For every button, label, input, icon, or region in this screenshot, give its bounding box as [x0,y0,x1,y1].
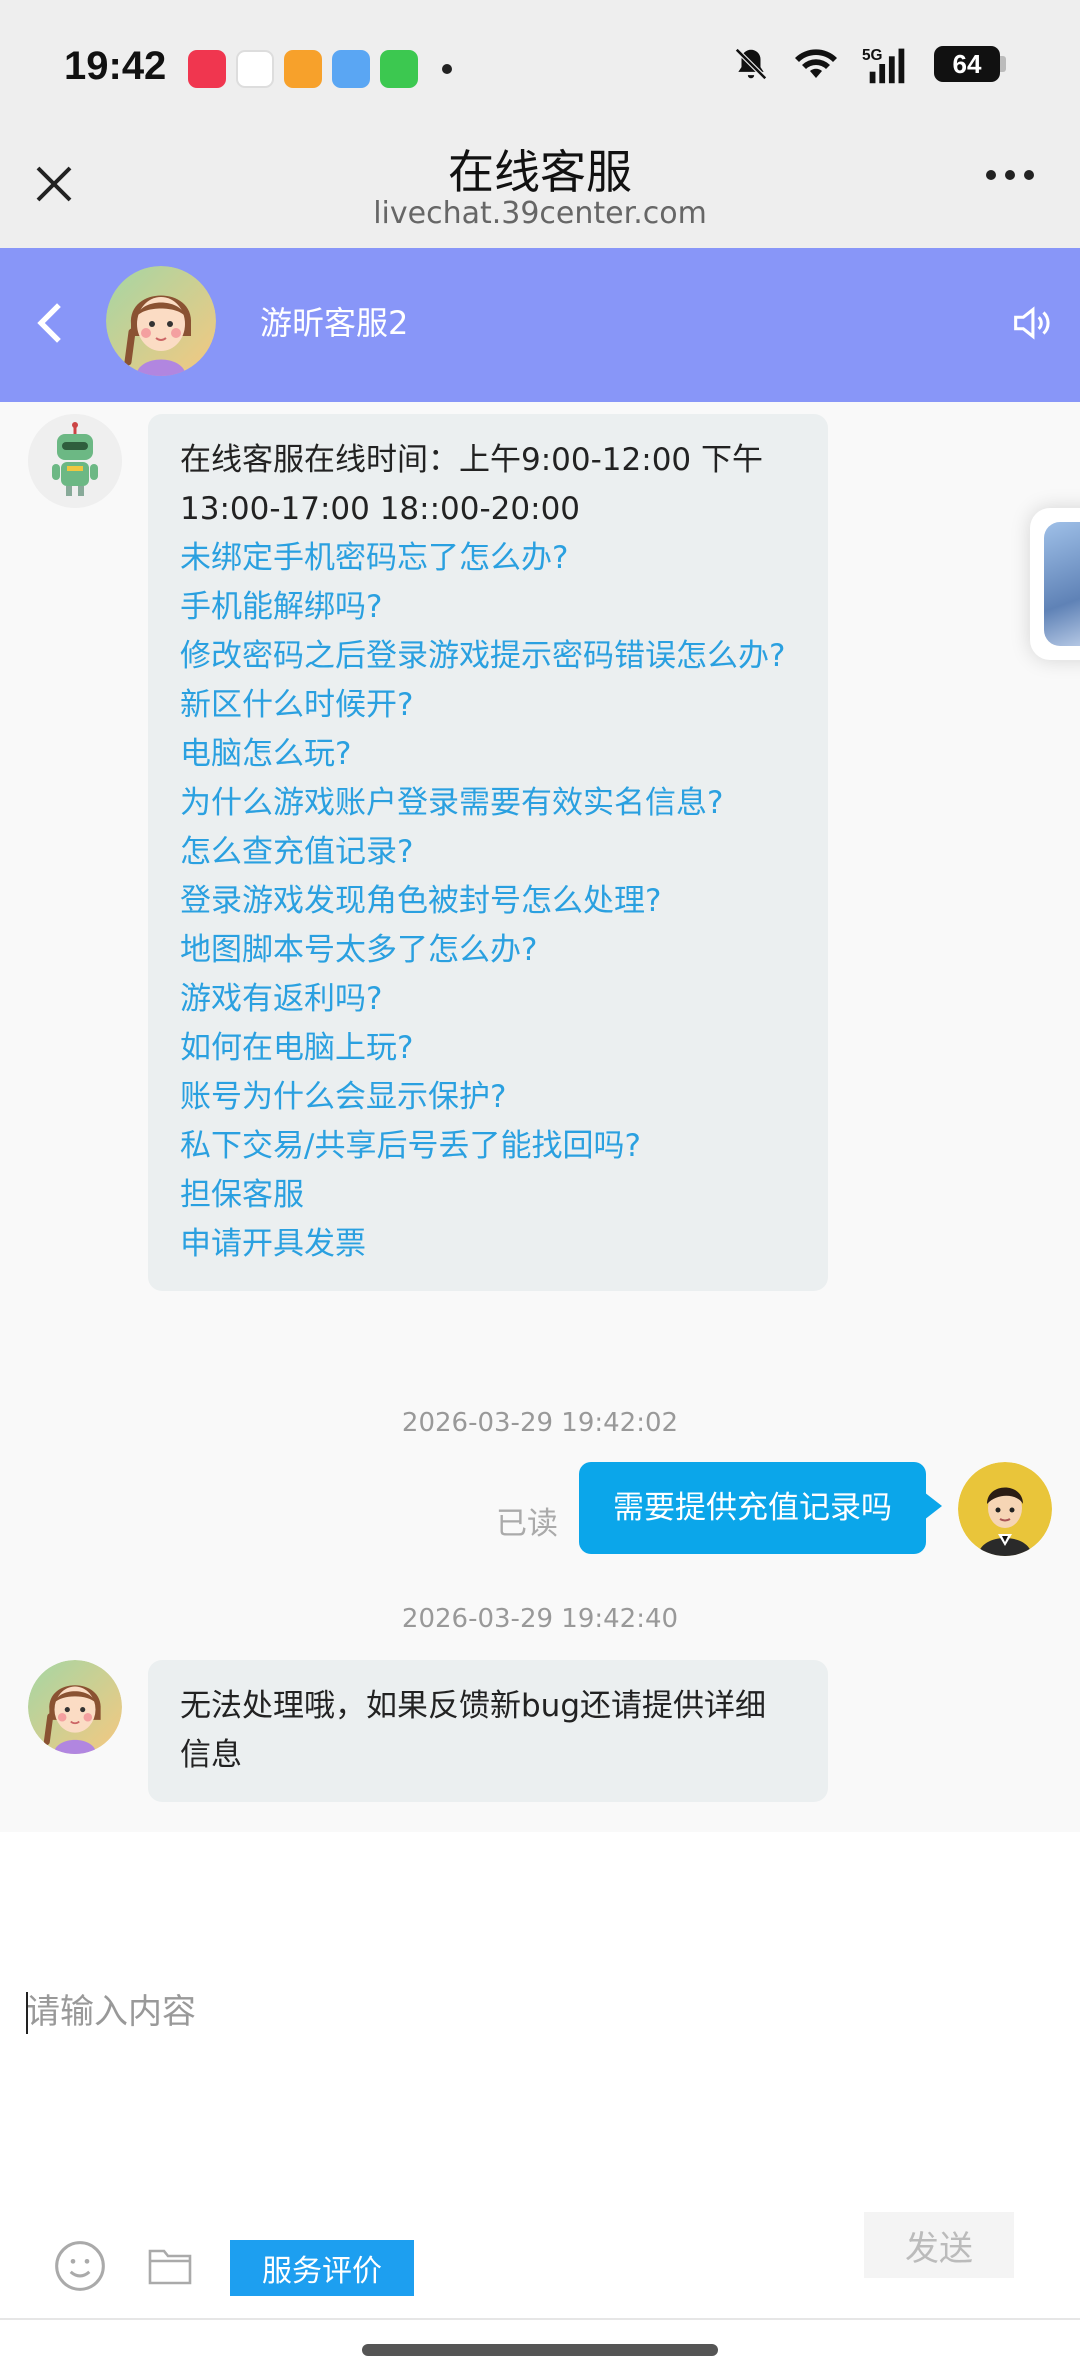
text-caret [26,1992,28,2034]
faq-link[interactable]: 地图脚本号太多了怎么办? [180,926,796,975]
assistant-app-icon [236,50,274,88]
home-indicator[interactable] [362,2344,718,2356]
faq-link[interactable]: 未绑定手机密码忘了怎么办? [180,534,796,583]
faq-link[interactable]: 新区什么时候开? [180,681,796,730]
user-avatar [958,1462,1052,1556]
faq-link[interactable]: 担保客服 [180,1171,796,1220]
faq-link[interactable]: 为什么游戏账户登录需要有效实名信息? [180,779,796,828]
video-app-icon [284,50,322,88]
more-options-button[interactable] [986,170,1034,180]
faq-link[interactable]: 怎么查充值记录? [180,828,796,877]
music-app-icon [188,50,226,88]
chat-header: 游昕客服2 [0,248,1080,402]
faq-link[interactable]: 私下交易/共享后号丢了能找回吗? [180,1122,796,1171]
weather-app-icon [332,50,370,88]
browser-header: 在线客服 livechat.39center.com [0,130,1080,248]
faq-link[interactable]: 登录游戏发现角色被封号怎么处理? [180,877,796,926]
robot-icon [28,414,122,508]
notification-icons [188,50,452,88]
battery-icon: 64 [934,46,1006,82]
more-dot-icon [1024,170,1034,180]
service-hours-text: 在线客服在线时间：上午9:00-12:00 下午13:00-17:00 18::… [180,442,763,527]
speaker-icon[interactable] [1008,300,1054,346]
faq-link[interactable]: 游戏有返利吗? [180,975,796,1024]
floating-game-widget[interactable] [1030,508,1080,660]
girl-avatar-icon [28,1660,122,1754]
faq-link[interactable]: 申请开具发票 [180,1220,796,1269]
messages-app-icon [380,50,418,88]
page-url: livechat.39center.com [373,196,707,231]
message-timestamp: 2026-03-29 19:42:02 [401,1408,679,1438]
agent-reply-avatar [28,1660,122,1754]
message-timestamp: 2026-03-29 19:42:40 [401,1604,679,1634]
back-chevron-icon[interactable] [30,298,70,348]
more-notifications-dot [442,64,452,74]
folder-icon[interactable] [146,2242,194,2288]
send-button[interactable]: 发送 [864,2212,1014,2278]
more-dot-icon [1005,170,1015,180]
read-status: 已读 [496,1506,558,1542]
user-message-bubble: 需要提供充值记录吗 [579,1462,942,1554]
message-list[interactable]: 在线客服在线时间：上午9:00-12:00 下午13:00-17:00 18::… [0,402,1080,1832]
svg-text:5G: 5G [862,47,883,64]
faq-link[interactable]: 电脑怎么玩? [180,730,796,779]
faq-link[interactable]: 修改密码之后登录游戏提示密码错误怎么办? [180,632,796,681]
game-thumbnail [1044,522,1080,646]
agent-avatar [106,266,216,376]
mute-bell-icon [735,48,767,80]
wifi-icon [795,49,837,78]
man-avatar-icon [958,1462,1052,1556]
faq-link[interactable]: 账号为什么会显示保护? [180,1073,796,1122]
status-bar: 19:42 5G 64 [0,0,1080,130]
bot-avatar [28,414,122,508]
agent-reply-bubble: 无法处理哦，如果反馈新bug还请提供详细信息 [148,1660,828,1802]
composer: 发送 服务评价 [0,1832,1080,2320]
rate-service-button[interactable]: 服务评价 [230,2240,414,2296]
home-indicator-area [0,2320,1080,2377]
message-input[interactable] [26,1982,1046,2042]
status-time: 19:42 [64,44,167,88]
system-icons: 5G 64 [732,44,1006,84]
page-title: 在线客服 [448,145,632,199]
more-dot-icon [986,170,996,180]
faq-link[interactable]: 如何在电脑上玩? [180,1024,796,1073]
agent-name: 游昕客服2 [260,304,409,342]
emoji-icon[interactable] [52,2238,108,2294]
girl-avatar-icon [106,266,216,376]
welcome-bubble: 在线客服在线时间：上午9:00-12:00 下午13:00-17:00 18::… [148,414,828,1291]
faq-link[interactable]: 手机能解绑吗? [180,583,796,632]
cellular-signal-icon: 5G [862,47,905,84]
